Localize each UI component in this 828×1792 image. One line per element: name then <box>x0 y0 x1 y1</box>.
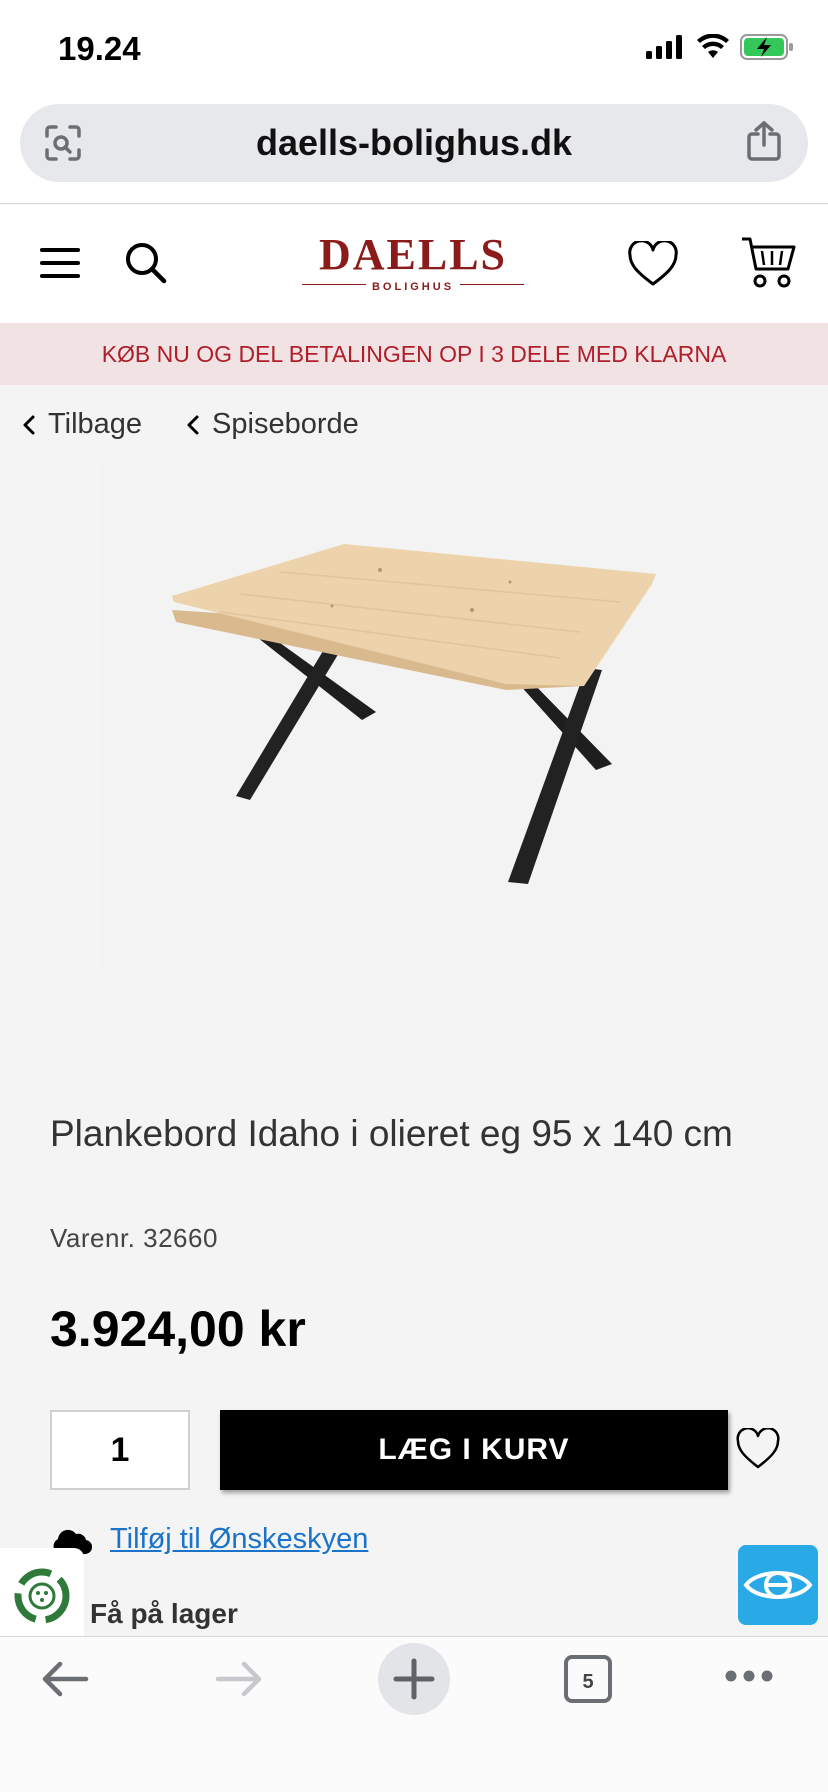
browser-address-area: daells-bolighus.dk <box>0 100 828 204</box>
table-illustration <box>172 544 656 884</box>
new-tab-button[interactable] <box>378 1643 450 1715</box>
signal-icon <box>646 35 682 59</box>
share-icon[interactable] <box>746 120 782 162</box>
product-sku: Varenr. 32660 <box>50 1223 218 1253</box>
status-bar: 19.24 <box>0 0 828 100</box>
product-image[interactable] <box>100 462 726 972</box>
status-icons <box>646 34 794 60</box>
wishlist-heart-icon[interactable] <box>736 1428 780 1470</box>
url-text[interactable]: daells-bolighus.dk <box>20 122 808 164</box>
address-bar[interactable]: daells-bolighus.dk <box>20 104 808 182</box>
logo-subtitle: BOLIGHUS <box>365 281 461 293</box>
product-title: Plankebord Idaho i olieret eg 95 x 140 c… <box>50 1113 733 1154</box>
add-to-wishcloud-link[interactable]: Tilføj til Ønskeskyen <box>110 1523 368 1556</box>
status-time: 19.24 <box>58 30 141 67</box>
search-icon[interactable] <box>124 241 168 285</box>
wifi-icon <box>697 34 729 58</box>
product-price: 3.924,00 kr <box>50 1301 306 1357</box>
plus-icon <box>393 1658 435 1700</box>
chevron-left-icon <box>187 415 199 434</box>
eye-icon <box>743 1571 813 1599</box>
favorites-heart-icon[interactable] <box>628 241 678 287</box>
chevron-left-icon <box>23 415 35 434</box>
menu-icon[interactable] <box>40 247 80 279</box>
add-to-cart-button[interactable]: LÆG I KURV <box>220 1410 728 1490</box>
back-link-label: Tilbage <box>48 408 143 440</box>
sustainability-badge[interactable] <box>0 1548 84 1644</box>
breadcrumb: Tilbage Spiseborde <box>22 408 359 441</box>
quantity-input[interactable] <box>50 1410 190 1490</box>
recycle-icon <box>14 1568 70 1624</box>
site-header: DAELLS BOLIGHUS <box>0 205 828 323</box>
category-link-label: Spiseborde <box>212 408 359 440</box>
promo-banner[interactable]: KØB NU OG DEL BETALINGEN OP I 3 DELE MED… <box>0 323 828 385</box>
logo-wordmark: DAELLS <box>318 230 508 279</box>
cart-icon[interactable] <box>740 235 796 291</box>
stock-status: Få på lager <box>90 1598 238 1629</box>
browser-toolbar: 5 <box>0 1636 828 1792</box>
back-link[interactable]: Tilbage <box>22 408 142 441</box>
tabs-button[interactable]: 5 <box>564 1655 612 1703</box>
back-arrow-icon[interactable] <box>40 1659 90 1699</box>
battery-charging-icon <box>740 34 793 60</box>
tab-count: 5 <box>582 1671 594 1693</box>
accessibility-button[interactable] <box>738 1545 818 1625</box>
forward-arrow-icon[interactable] <box>214 1659 264 1699</box>
more-icon[interactable] <box>724 1669 774 1683</box>
logo-subline: BOLIGHUS <box>302 277 524 293</box>
site-logo[interactable]: DAELLS BOLIGHUS <box>302 233 524 293</box>
category-link[interactable]: Spiseborde <box>186 408 359 441</box>
